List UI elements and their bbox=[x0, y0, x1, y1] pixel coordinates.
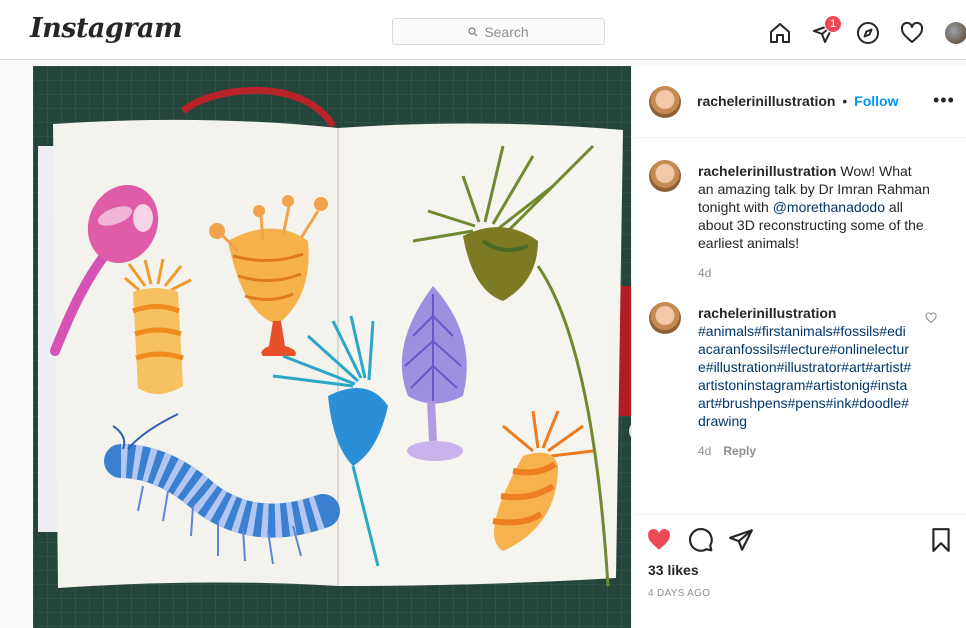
activity-heart-icon[interactable] bbox=[900, 21, 924, 45]
explore-compass-icon[interactable] bbox=[856, 21, 880, 45]
post-author-line: rachelerinillustration • Follow bbox=[697, 93, 899, 109]
search-icon bbox=[468, 26, 478, 36]
likes-count[interactable]: 33 likes bbox=[648, 562, 699, 578]
home-icon[interactable] bbox=[768, 21, 792, 45]
caption-username[interactable]: rachelerinillustration bbox=[698, 163, 836, 179]
post-details-panel: rachelerinillustration • Follow ••• rach… bbox=[631, 66, 966, 628]
caption-author-avatar[interactable] bbox=[649, 160, 681, 192]
instagram-logo[interactable]: Instagram bbox=[30, 13, 183, 44]
post-image[interactable]: › bbox=[33, 66, 631, 628]
comment-hashtags[interactable]: #animals#firstanimals#fossils#ediacaranf… bbox=[698, 322, 913, 430]
more-options-icon[interactable]: ••• bbox=[933, 90, 955, 111]
comment-username[interactable]: rachelerinillustration bbox=[698, 304, 913, 322]
comment-bubble-icon[interactable] bbox=[688, 527, 714, 553]
direct-message-icon[interactable]: 1 bbox=[812, 15, 842, 45]
comment-author-avatar[interactable] bbox=[649, 302, 681, 334]
search-input[interactable]: Search bbox=[392, 18, 605, 45]
caption-timestamp: 4d bbox=[698, 266, 712, 280]
post-caption: rachelerinillustration Wow! What an amaz… bbox=[698, 162, 930, 252]
share-paper-plane-icon[interactable] bbox=[728, 527, 754, 553]
save-bookmark-icon[interactable] bbox=[928, 527, 954, 553]
top-navigation-bar: Instagram Search 1 bbox=[0, 5, 966, 60]
like-heart-icon[interactable] bbox=[646, 527, 672, 553]
comment-meta: 4d Reply bbox=[698, 444, 756, 458]
post-date: 4 DAYS AGO bbox=[648, 588, 711, 599]
author-username[interactable]: rachelerinillustration bbox=[697, 93, 835, 109]
separator-dot: • bbox=[842, 93, 848, 109]
reply-button[interactable]: Reply bbox=[723, 444, 756, 458]
author-avatar[interactable] bbox=[649, 86, 681, 118]
post-header: rachelerinillustration • Follow ••• bbox=[632, 66, 966, 138]
sketchbook-illustration bbox=[33, 66, 631, 628]
comment: rachelerinillustration #animals#firstani… bbox=[698, 304, 913, 430]
caption-mention-link[interactable]: @morethanadodo bbox=[773, 199, 885, 215]
post-actions: 33 likes 4 DAYS AGO bbox=[632, 514, 966, 628]
profile-avatar[interactable] bbox=[945, 22, 966, 44]
like-comment-heart-icon[interactable] bbox=[925, 312, 937, 324]
search-placeholder: Search bbox=[484, 23, 529, 40]
follow-button[interactable]: Follow bbox=[854, 93, 898, 109]
notification-badge: 1 bbox=[824, 15, 842, 33]
comment-timestamp: 4d bbox=[698, 444, 712, 458]
